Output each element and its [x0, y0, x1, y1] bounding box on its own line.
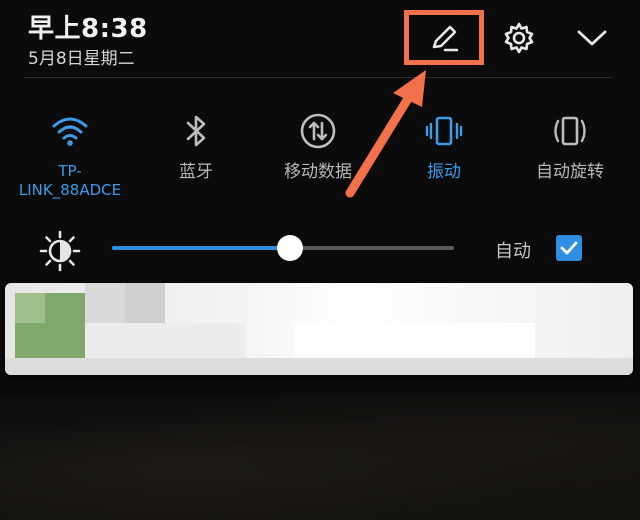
tile-auto-rotate-label: 自动旋转	[536, 162, 604, 182]
tile-vibrate-label: 振动	[427, 162, 461, 182]
tile-mobile-data-label: 移动数据	[284, 162, 352, 182]
brightness-slider-thumb[interactable]	[276, 235, 303, 261]
wallpaper-background	[0, 395, 640, 520]
brightness-icon	[38, 229, 82, 273]
auto-rotate-icon	[510, 108, 630, 154]
bluetooth-icon	[136, 108, 256, 154]
tile-bluetooth-label: 蓝牙	[179, 162, 213, 182]
brightness-slider-fill	[112, 246, 290, 250]
wifi-icon	[10, 108, 130, 154]
tile-bluetooth[interactable]: 蓝牙	[136, 108, 256, 183]
status-time: 早上8:38	[28, 14, 148, 44]
auto-brightness-label: 自动	[495, 241, 531, 262]
notification-card[interactable]	[5, 283, 633, 375]
tile-mobile-data[interactable]: 移动数据	[258, 108, 378, 183]
tile-auto-rotate[interactable]: 自动旋转	[510, 108, 630, 183]
tile-vibrate[interactable]: 振动	[384, 108, 504, 183]
vibrate-icon	[384, 108, 504, 154]
auto-brightness-checkbox[interactable]	[556, 235, 582, 261]
checkmark-icon	[560, 241, 578, 255]
header-divider	[24, 77, 612, 78]
status-date: 5月8日星期二	[28, 49, 135, 69]
brightness-slider[interactable]	[112, 235, 454, 261]
gear-icon[interactable]	[496, 15, 542, 61]
chevron-down-icon[interactable]	[570, 18, 614, 58]
mobile-data-icon	[258, 108, 378, 154]
edit-icon[interactable]	[404, 10, 484, 65]
tile-wifi[interactable]: TP- LINK_88ADCE	[10, 108, 130, 200]
tile-wifi-label: TP- LINK_88ADCE	[18, 162, 122, 199]
